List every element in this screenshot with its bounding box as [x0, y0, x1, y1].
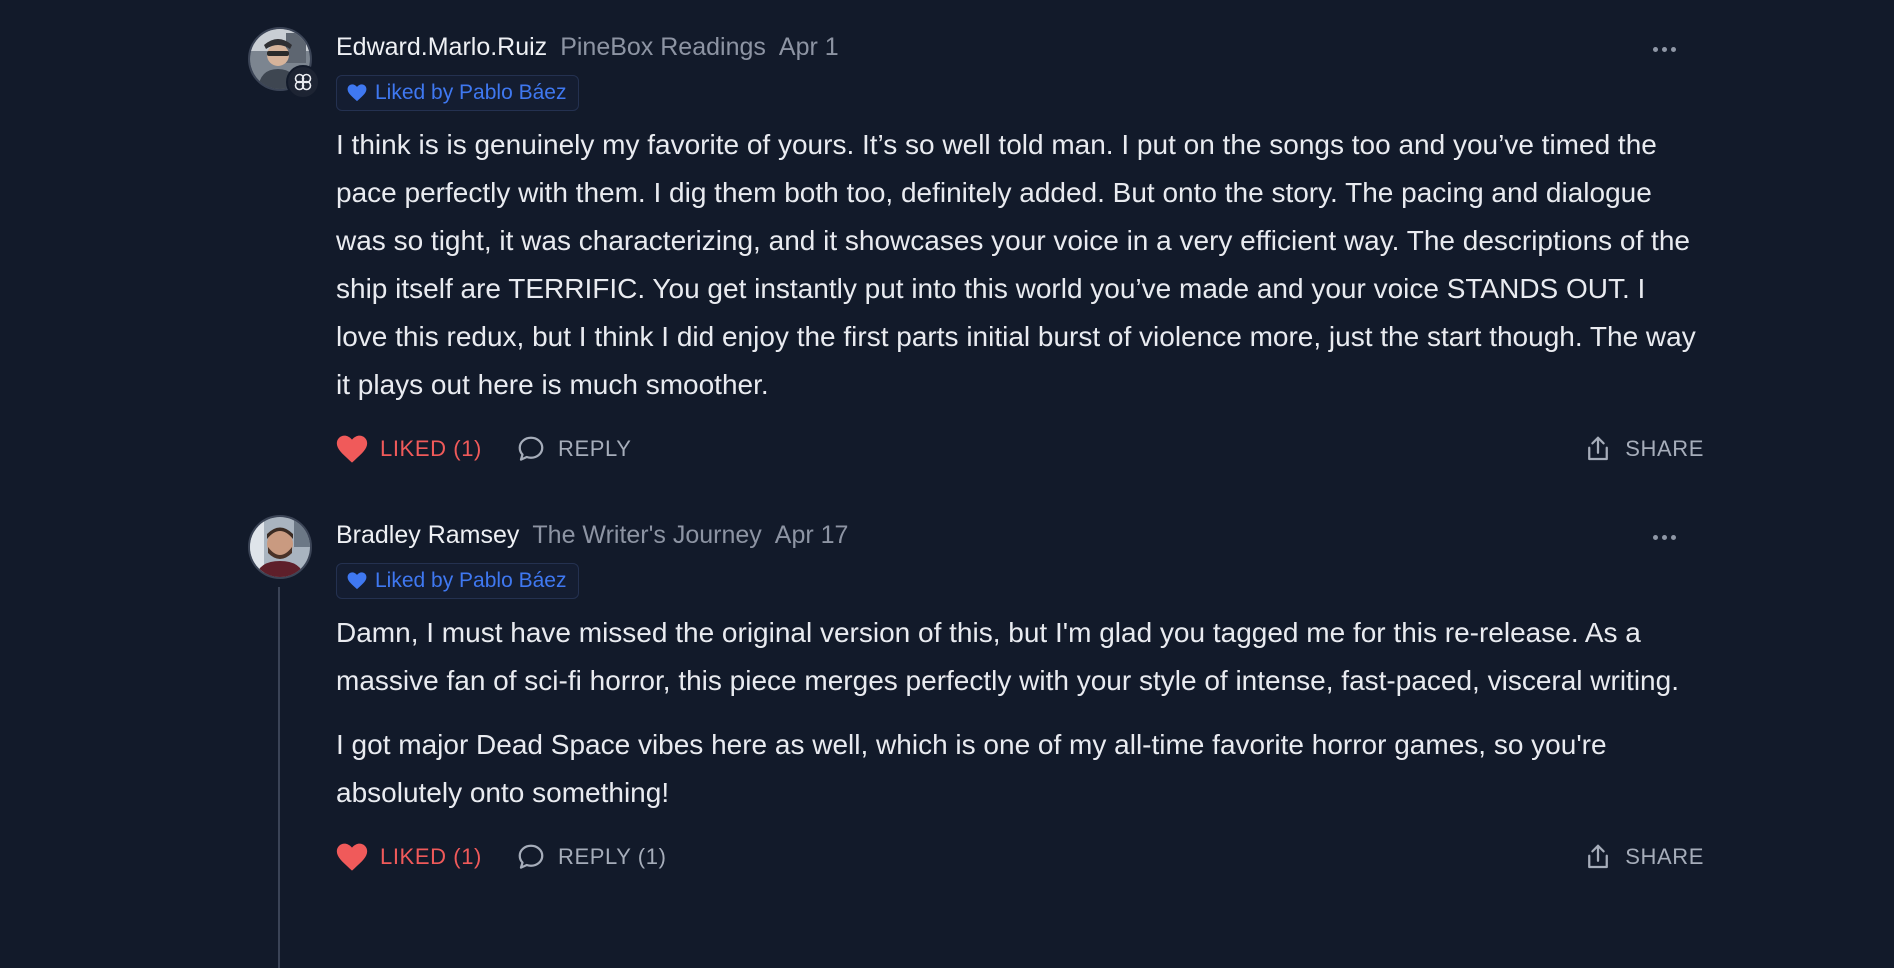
heart-icon [336, 843, 368, 872]
author-name[interactable]: Edward.Marlo.Ruiz [336, 33, 547, 62]
liked-by-label: Liked by Pablo Báez [375, 81, 567, 104]
like-label: LIKED (1) [380, 844, 482, 869]
comment-body: Damn, I must have missed the original ve… [336, 609, 1704, 817]
like-label: LIKED (1) [380, 436, 482, 461]
avatar-image [248, 515, 312, 579]
publication-name[interactable]: The Writer's Journey [532, 521, 761, 550]
speech-bubble-icon [516, 842, 546, 872]
share-label: SHARE [1625, 436, 1704, 461]
more-options-button[interactable] [1644, 29, 1684, 69]
comment-date[interactable]: Apr 17 [775, 521, 849, 550]
comment-body: I think is is genuinely my favorite of y… [336, 121, 1704, 409]
reply-button[interactable]: REPLY (1) [516, 842, 667, 872]
speech-bubble-icon [516, 434, 546, 464]
comment-actions: LIKED (1) REPLY (1) SHARE [336, 837, 1704, 877]
comment-header: Edward.Marlo.Ruiz PineBox Readings Apr 1 [336, 27, 1704, 67]
avatar[interactable] [248, 515, 312, 579]
share-upload-icon [1583, 434, 1613, 464]
like-button[interactable]: LIKED (1) [336, 435, 482, 464]
heart-small-icon [347, 84, 367, 102]
thread-line [278, 587, 280, 968]
comment-content: Edward.Marlo.Ruiz PineBox Readings Apr 1… [336, 27, 1704, 469]
comment-paragraph: Damn, I must have missed the original ve… [336, 617, 1679, 696]
liked-by-label: Liked by Pablo Báez [375, 569, 567, 592]
comment-paragraph: I got major Dead Space vibes here as wel… [336, 729, 1607, 808]
ellipsis-icon [1652, 534, 1658, 540]
liked-by-badge: Liked by Pablo Báez [336, 563, 580, 599]
share-button[interactable]: SHARE [1583, 842, 1704, 872]
author-name[interactable]: Bradley Ramsey [336, 521, 519, 550]
reply-button[interactable]: REPLY [516, 434, 632, 464]
publication-logo-icon [286, 65, 320, 99]
share-button[interactable]: SHARE [1583, 434, 1704, 464]
comment-content: Bradley Ramsey The Writer's Journey Apr … [336, 515, 1704, 877]
reply-label: REPLY (1) [557, 844, 667, 869]
comment-actions: LIKED (1) REPLY SHARE [336, 429, 1704, 469]
comment-date[interactable]: Apr 1 [779, 33, 839, 62]
heart-icon [336, 435, 368, 464]
share-upload-icon [1583, 842, 1613, 872]
liked-by-badge: Liked by Pablo Báez [336, 75, 580, 111]
heart-small-icon [347, 572, 367, 590]
ellipsis-icon [1652, 46, 1658, 52]
share-label: SHARE [1625, 844, 1704, 869]
reply-label: REPLY [557, 436, 632, 461]
comment-paragraph: I think is is genuinely my favorite of y… [336, 129, 1696, 400]
comment-thread: Edward.Marlo.Ruiz PineBox Readings Apr 1… [0, 0, 1894, 968]
comment-header: Bradley Ramsey The Writer's Journey Apr … [336, 515, 1704, 555]
avatar[interactable] [248, 27, 320, 99]
more-options-button[interactable] [1644, 517, 1684, 557]
publication-name[interactable]: PineBox Readings [560, 33, 766, 62]
like-button[interactable]: LIKED (1) [336, 843, 482, 872]
